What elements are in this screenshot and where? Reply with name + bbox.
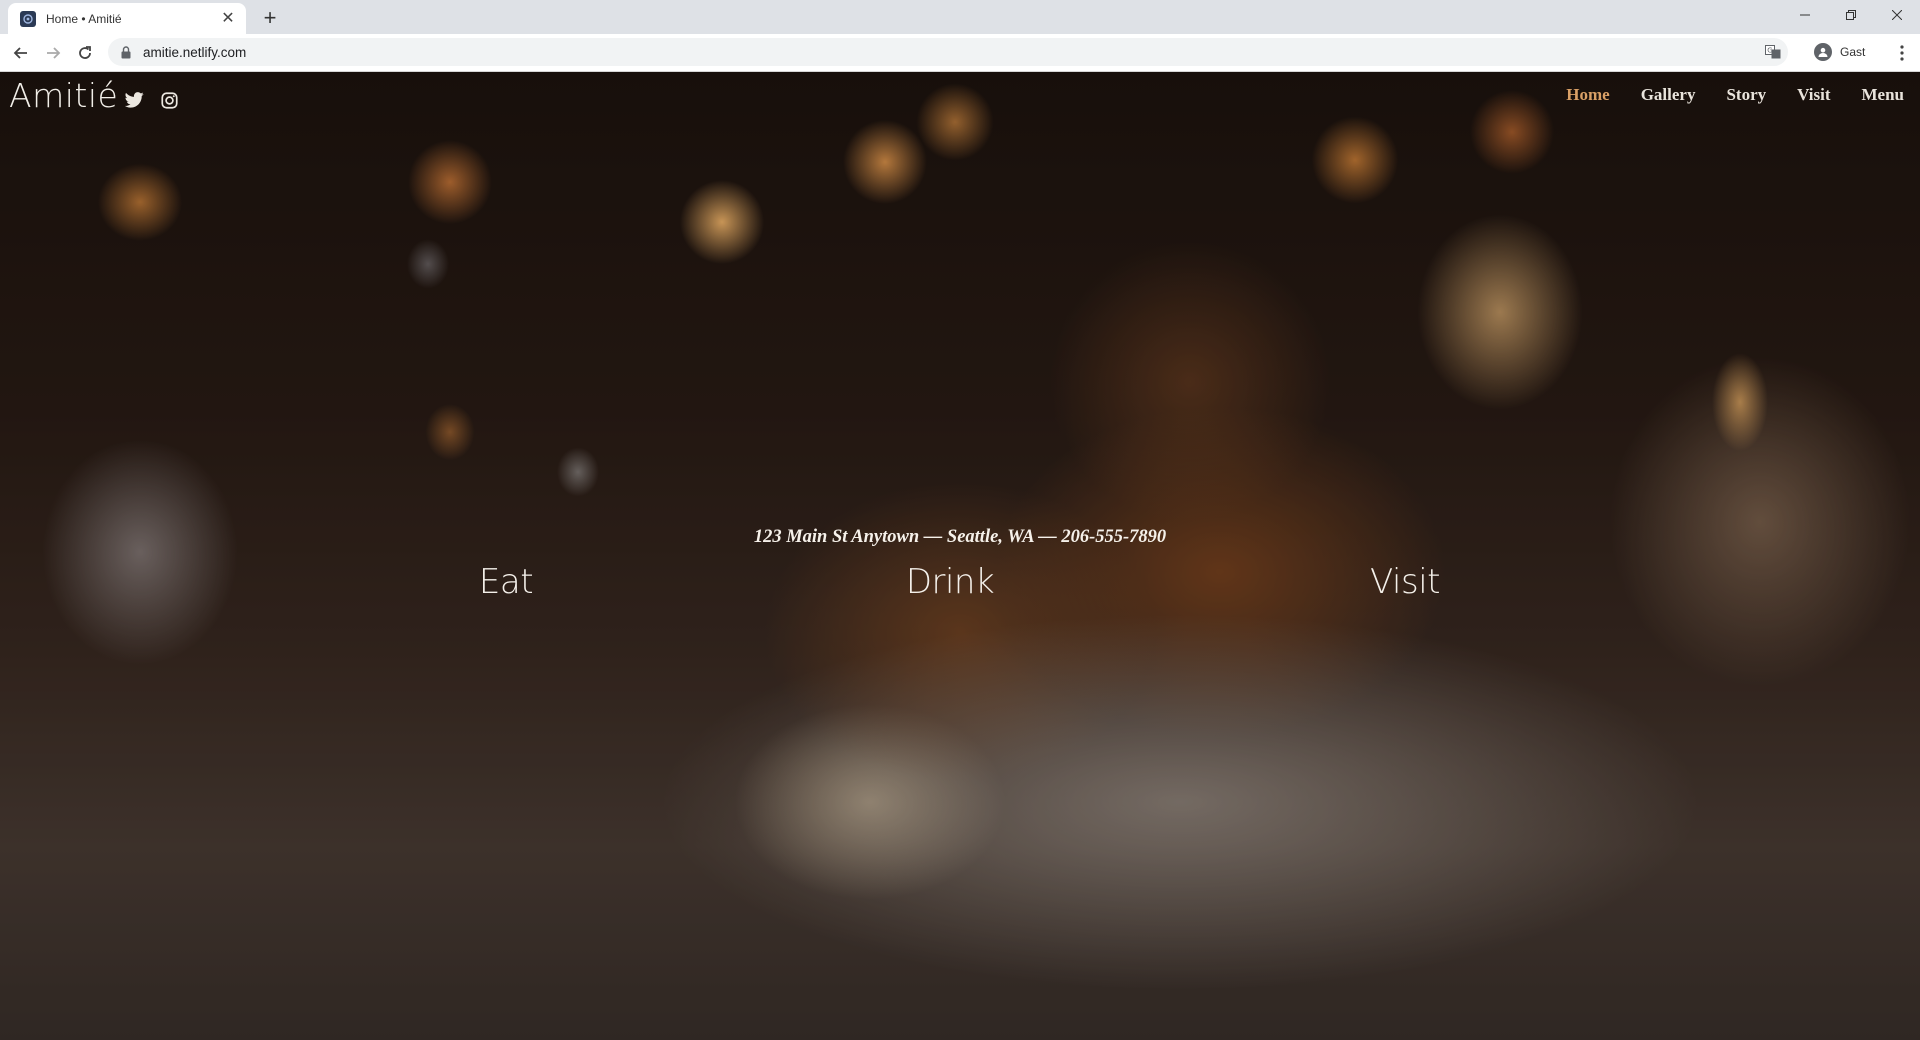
restore-icon[interactable]	[1828, 0, 1874, 30]
reload-icon[interactable]	[72, 40, 98, 66]
nav-story[interactable]: Story	[1726, 85, 1766, 105]
nav-visit[interactable]: Visit	[1797, 85, 1830, 105]
url-text: amitie.netlify.com	[143, 44, 247, 60]
nav-menu[interactable]: Menu	[1862, 85, 1905, 105]
address-line: 123 Main St Anytown — Seattle, WA — 206-…	[753, 527, 1167, 547]
pillar-visit[interactable]: Visit	[1370, 562, 1440, 602]
translate-icon[interactable]: G	[1764, 44, 1782, 60]
site-logo[interactable]: Amitié	[9, 76, 118, 115]
profile-label: Gast	[1840, 45, 1866, 59]
profile-avatar-icon	[1814, 43, 1832, 61]
profile-button[interactable]: Gast	[1810, 39, 1873, 65]
hero-section: Amitié Home Gallery Story Visit Menu 123…	[0, 72, 1920, 1040]
address-bar[interactable]: amitie.netlify.com G	[108, 38, 1788, 66]
lock-icon	[121, 45, 133, 59]
minimize-icon[interactable]	[1782, 0, 1828, 30]
hero-overlay	[0, 72, 1920, 1040]
instagram-icon[interactable]	[159, 90, 179, 110]
close-window-icon[interactable]	[1874, 0, 1920, 30]
twitter-icon[interactable]	[124, 90, 144, 110]
pillar-drink[interactable]: Drink	[906, 562, 995, 602]
nav-home[interactable]: Home	[1566, 85, 1609, 105]
site-navigation: Home Gallery Story Visit Menu	[1535, 85, 1904, 105]
new-tab-icon[interactable]: +	[258, 6, 282, 30]
browser-tab[interactable]: Home • Amitié ✕	[8, 3, 246, 34]
browser-toolbar: amitie.netlify.com G Gast	[0, 34, 1920, 72]
nav-gallery[interactable]: Gallery	[1641, 85, 1696, 105]
svg-text:G: G	[1767, 47, 1772, 55]
tab-close-icon[interactable]: ✕	[218, 9, 238, 29]
back-arrow-icon[interactable]	[8, 40, 34, 66]
browser-menu-icon[interactable]	[1892, 40, 1912, 66]
site-favicon-icon	[20, 10, 36, 27]
pillar-eat[interactable]: Eat	[479, 562, 534, 602]
forward-arrow-icon[interactable]	[40, 40, 66, 66]
browser-tab-bar: Home • Amitié ✕ +	[0, 0, 1920, 34]
tab-title: Home • Amitié	[46, 11, 122, 26]
